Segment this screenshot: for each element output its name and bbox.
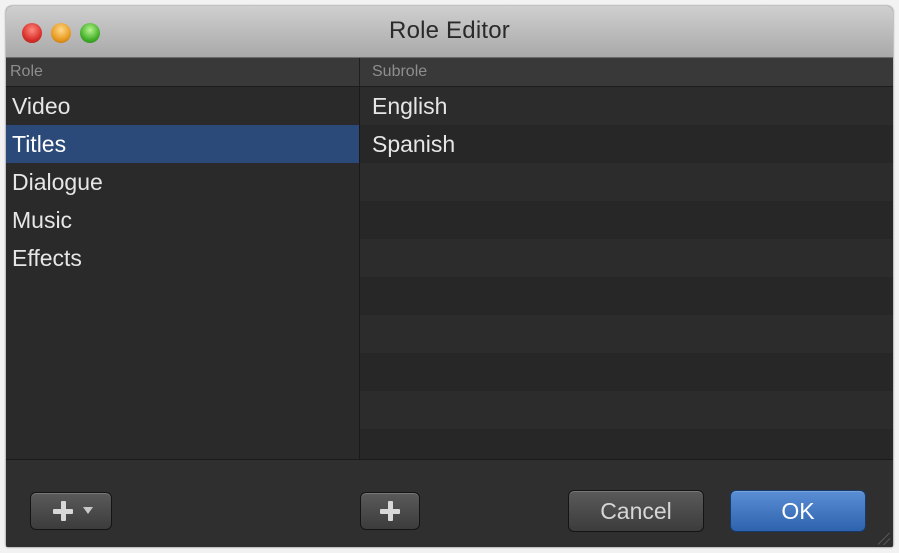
role-list[interactable]: Video Titles Dialogue Music Effects [6, 87, 359, 459]
plus-icon [380, 501, 400, 521]
role-item-music[interactable]: Music [6, 201, 359, 239]
add-role-button[interactable] [30, 492, 112, 530]
cancel-button[interactable]: Cancel [568, 490, 704, 532]
plus-icon [53, 501, 73, 521]
role-item-titles[interactable]: Titles [6, 125, 359, 163]
role-column-header: Role [10, 63, 43, 80]
role-item-video[interactable]: Video [6, 87, 359, 125]
role-item-effects[interactable]: Effects [6, 239, 359, 277]
subrole-column-header: Subrole [372, 63, 428, 80]
dialog-footer: Cancel OK [6, 459, 893, 547]
column-headers: Role Subrole [6, 58, 893, 87]
subrole-list[interactable]: English Spanish [360, 87, 893, 459]
resize-grip-icon[interactable] [878, 533, 890, 545]
chevron-down-icon [83, 507, 93, 514]
column-divider [359, 58, 360, 86]
add-subrole-button[interactable] [360, 492, 420, 530]
subrole-item-english[interactable]: English [360, 87, 893, 125]
window-title: Role Editor [389, 17, 510, 44]
role-item-dialogue[interactable]: Dialogue [6, 163, 359, 201]
subrole-item-spanish[interactable]: Spanish [360, 125, 893, 163]
ok-button[interactable]: OK [730, 490, 866, 532]
role-editor-window: Role Editor Role Subrole Video Titles Di… [6, 6, 893, 547]
title-bar: Role Editor [6, 6, 893, 58]
